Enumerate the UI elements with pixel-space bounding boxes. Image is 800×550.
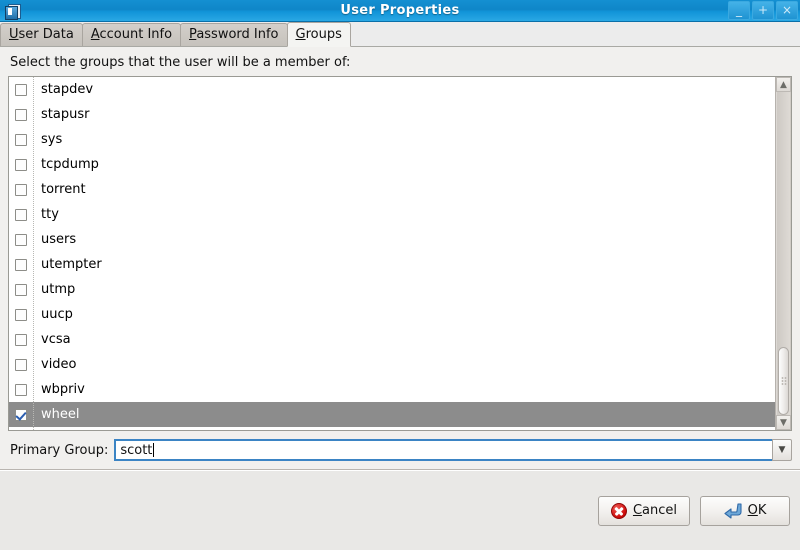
group-row[interactable]: vcsa [9, 327, 775, 352]
tab-user-data-label: ser Data [18, 27, 74, 42]
checkbox-unchecked-icon[interactable] [15, 333, 27, 346]
primary-group-input[interactable]: scott [114, 439, 772, 461]
tab-password-info[interactable]: Password Info [180, 23, 288, 46]
checkbox-checked-icon[interactable] [15, 408, 27, 421]
group-checkbox-cell[interactable] [9, 108, 33, 121]
group-row[interactable]: utmp [9, 277, 775, 302]
group-checkbox-cell[interactable] [9, 83, 33, 96]
instruction-text: Select the groups that the user will be … [10, 55, 351, 70]
group-name-label: utmp [41, 282, 76, 297]
checkbox-unchecked-icon[interactable] [15, 208, 27, 221]
tab-account-info-label: ccount Info [99, 27, 173, 42]
group-row[interactable]: stapdev [9, 77, 775, 102]
scrollbar-track[interactable] [777, 92, 790, 415]
group-checkbox-cell[interactable] [9, 408, 33, 421]
group-row[interactable]: tty [9, 202, 775, 227]
checkbox-unchecked-icon[interactable] [15, 183, 27, 196]
primary-group-combo[interactable]: scott ▼ [114, 439, 792, 461]
group-name-label: stapusr [41, 107, 90, 122]
checkbox-unchecked-icon[interactable] [15, 258, 27, 271]
group-checkbox-cell[interactable] [9, 183, 33, 196]
scrollbar-grip-icon [780, 376, 787, 386]
cancel-icon [610, 502, 627, 519]
checkbox-unchecked-icon[interactable] [15, 283, 27, 296]
group-row[interactable]: video [9, 352, 775, 377]
group-checkbox-cell[interactable] [9, 233, 33, 246]
groups-list[interactable]: stapdev stapusr sys tcpdump torrent tty users u… [8, 76, 792, 431]
checkbox-unchecked-icon[interactable] [15, 158, 27, 171]
group-name-label: torrent [41, 182, 86, 197]
group-checkbox-cell[interactable] [9, 308, 33, 321]
group-name-label: stapdev [41, 82, 94, 97]
tab-account-info[interactable]: Account Info [81, 23, 182, 46]
tab-groups[interactable]: Groups [286, 22, 351, 47]
group-row[interactable]: utempter [9, 252, 775, 277]
checkbox-unchecked-icon[interactable] [15, 383, 27, 396]
checkbox-unchecked-icon[interactable] [15, 133, 27, 146]
tab-user-data[interactable]: User Data [0, 23, 83, 46]
group-name-label: users [41, 232, 77, 247]
minimize-button[interactable]: _ [728, 1, 750, 20]
scroll-up-arrow-icon[interactable]: ▲ [776, 77, 791, 92]
dialog-button-bar: Cancel OK [0, 471, 800, 550]
tab-groups-label: roups [305, 27, 342, 42]
primary-group-label: Primary Group: [10, 442, 109, 458]
group-name-label: video [41, 357, 77, 372]
group-name-label: vcsa [41, 332, 71, 347]
tab-groups-mnemonic: G [295, 27, 306, 42]
group-name-label: wheel [41, 407, 80, 422]
group-row[interactable]: stapusr [9, 102, 775, 127]
group-name-label: tty [41, 207, 59, 222]
checkbox-unchecked-icon[interactable] [15, 358, 27, 371]
cancel-button-label: Cancel [632, 503, 677, 518]
text-caret [153, 443, 155, 457]
checkbox-unchecked-icon[interactable] [15, 233, 27, 246]
group-checkbox-cell[interactable] [9, 333, 33, 346]
group-checkbox-cell[interactable] [9, 258, 33, 271]
group-checkbox-cell[interactable] [9, 283, 33, 296]
enter-key-icon [724, 502, 742, 519]
group-row[interactable]: wbpriv [9, 377, 775, 402]
scrollbar-thumb[interactable] [778, 347, 789, 415]
checkbox-unchecked-icon[interactable] [15, 83, 27, 96]
group-name-label: utempter [41, 257, 102, 272]
group-row[interactable]: uucp [9, 302, 775, 327]
group-checkbox-cell[interactable] [9, 158, 33, 171]
tab-user-data-mnemonic: U [9, 27, 19, 42]
group-checkbox-cell[interactable] [9, 208, 33, 221]
window-controls: _ + × [728, 1, 798, 20]
user-properties-window: User Properties _ + × User Data Account … [0, 0, 800, 550]
chevron-down-icon[interactable]: ▼ [772, 439, 792, 461]
window-app-icon [5, 3, 21, 20]
title-bar[interactable]: User Properties _ + × [0, 0, 800, 22]
groups-panel: Select the groups that the user will be … [0, 47, 800, 550]
tab-bar: User Data Account Info Password Info Gro… [0, 22, 800, 47]
scroll-down-arrow-icon[interactable]: ▼ [776, 415, 791, 430]
maximize-button[interactable]: + [752, 1, 774, 20]
primary-group-value: scott [120, 442, 153, 458]
group-row[interactable]: users [9, 227, 775, 252]
close-button[interactable]: × [776, 1, 798, 20]
group-checkbox-cell[interactable] [9, 383, 33, 396]
checkbox-unchecked-icon[interactable] [15, 308, 27, 321]
ok-button-label: OK [747, 503, 767, 518]
primary-group-row: Primary Group: scott ▼ [0, 431, 800, 469]
groups-list-rows: stapdev stapusr sys tcpdump torrent tty users u… [9, 77, 775, 430]
group-name-label: wbpriv [41, 382, 85, 397]
group-checkbox-cell[interactable] [9, 133, 33, 146]
groups-list-scrollbar[interactable]: ▲ ▼ [775, 77, 791, 430]
checkbox-unchecked-icon[interactable] [15, 108, 27, 121]
group-row[interactable]: sys [9, 127, 775, 152]
cancel-button[interactable]: Cancel [597, 495, 690, 526]
group-row[interactable]: wheel [9, 402, 775, 427]
tab-password-info-label: assword Info [196, 27, 279, 42]
ok-button[interactable]: OK [700, 495, 790, 526]
group-name-label: tcpdump [41, 157, 99, 172]
group-name-label: sys [41, 132, 63, 147]
window-title: User Properties [340, 3, 460, 18]
group-name-label: uucp [41, 307, 73, 322]
group-checkbox-cell[interactable] [9, 358, 33, 371]
group-row[interactable]: tcpdump [9, 152, 775, 177]
group-row[interactable]: torrent [9, 177, 775, 202]
